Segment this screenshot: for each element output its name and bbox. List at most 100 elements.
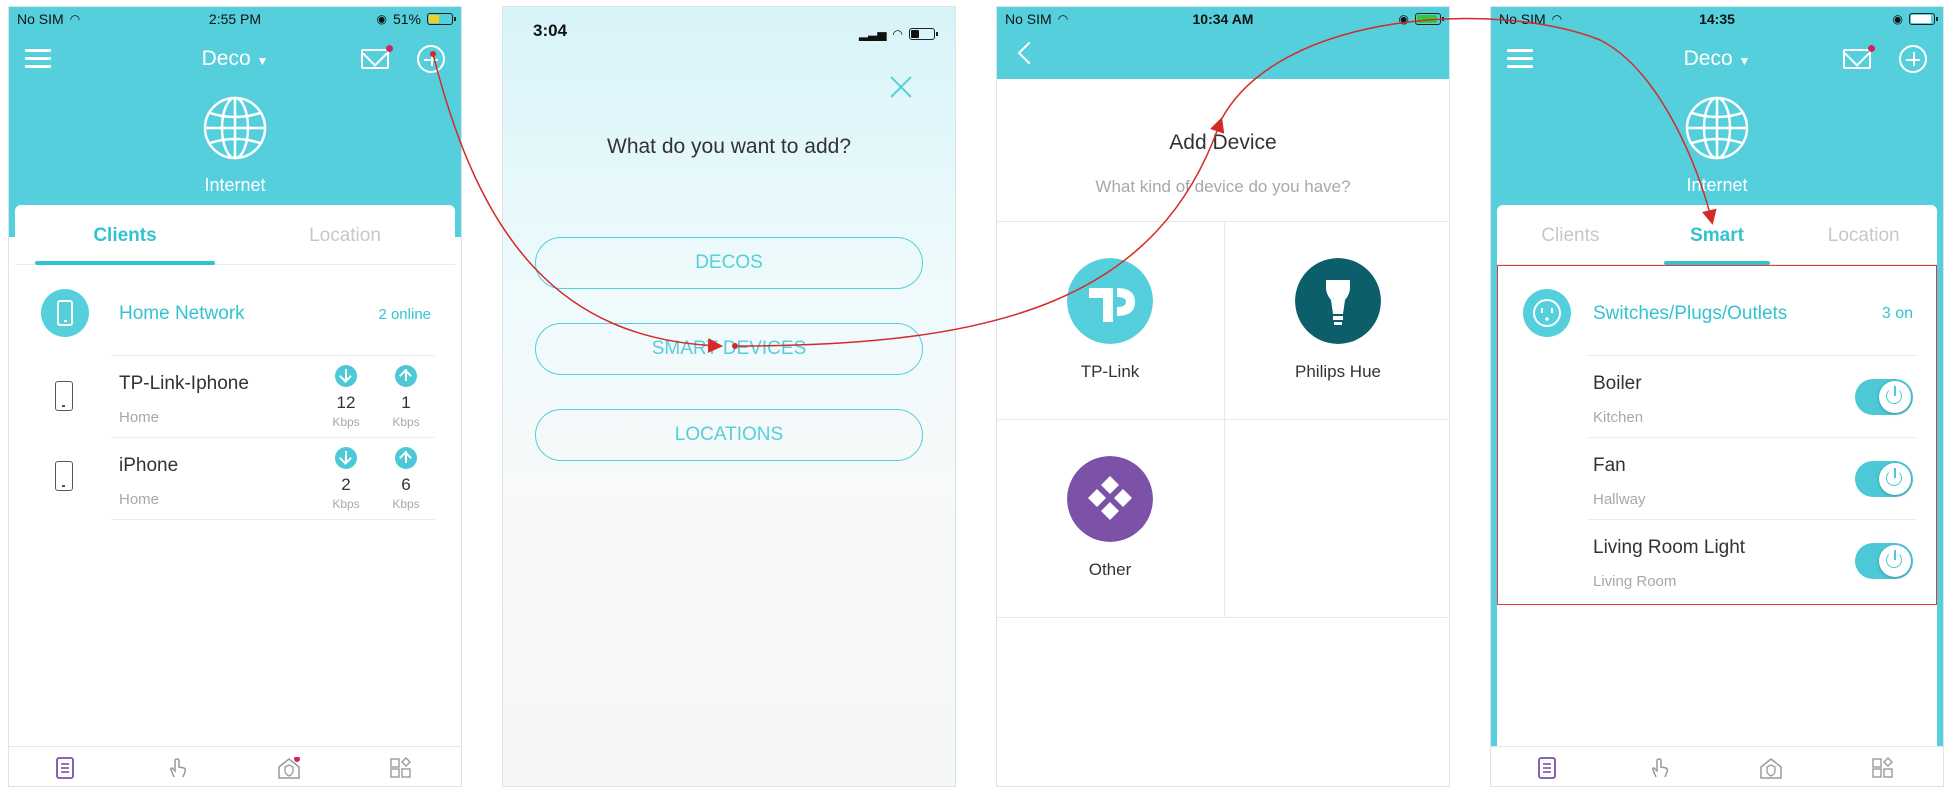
device-label: Other bbox=[1088, 560, 1132, 579]
mail-icon[interactable] bbox=[1843, 45, 1875, 69]
notification-dot bbox=[1868, 45, 1875, 52]
overview-icon[interactable] bbox=[1535, 757, 1559, 779]
clock-text: 14:35 bbox=[1699, 11, 1735, 27]
add-device-screen: No SIM ◠ 10:34 AM ◉ Add Device What kind … bbox=[996, 6, 1450, 787]
status-bar: No SIM ◠ 14:35 ◉ bbox=[1491, 7, 1943, 31]
locations-button[interactable]: LOCATIONS bbox=[535, 409, 923, 461]
wifi-icon: ◠ bbox=[1057, 12, 1069, 26]
globe-icon[interactable] bbox=[1684, 95, 1750, 161]
smart-devices-button[interactable]: SMART DEVICES bbox=[535, 323, 923, 375]
divider bbox=[997, 617, 1449, 618]
network-selector[interactable] bbox=[1671, 43, 1771, 75]
tplink-logo-icon bbox=[1067, 258, 1153, 344]
touch-icon[interactable] bbox=[165, 757, 189, 779]
smart-device-row[interactable]: Living Room Light Living Room bbox=[1497, 521, 1937, 601]
client-location: Home bbox=[119, 409, 160, 426]
notification-dot bbox=[386, 45, 393, 52]
page-title: Add Device bbox=[1169, 131, 1277, 154]
smart-device-row[interactable]: Fan Hallway bbox=[1497, 439, 1937, 519]
divider bbox=[1587, 519, 1917, 520]
upload-unit: Kbps bbox=[392, 415, 420, 429]
power-toggle[interactable] bbox=[1855, 461, 1913, 497]
bottom-nav bbox=[9, 746, 461, 786]
battery-icon bbox=[909, 28, 938, 40]
download-unit: Kbps bbox=[332, 415, 360, 429]
download-icon bbox=[335, 365, 357, 387]
overview-icon[interactable] bbox=[53, 757, 77, 779]
tab-clients[interactable]: Clients bbox=[1497, 205, 1644, 264]
clock-text: 3:04 bbox=[533, 21, 568, 40]
power-toggle[interactable] bbox=[1855, 543, 1913, 579]
menu-icon[interactable] bbox=[1507, 49, 1533, 69]
download-speed: 12 bbox=[336, 393, 356, 412]
decos-button[interactable]: DECOS bbox=[535, 237, 923, 289]
battery-icon bbox=[1414, 13, 1444, 25]
tab-location[interactable]: Location bbox=[235, 205, 455, 264]
client-row[interactable]: TP-Link-Iphone Home 12 Kbps 1 Kbps bbox=[15, 357, 455, 437]
phone-icon bbox=[55, 461, 73, 491]
battery-percent: 51% bbox=[392, 11, 421, 27]
smart-group-row[interactable]: Switches/Plugs/Outlets 3 on bbox=[1497, 279, 1937, 349]
device-tplink[interactable]: TP-Link bbox=[997, 222, 1223, 418]
device-name: Fan bbox=[1593, 455, 1626, 476]
power-icon bbox=[1879, 381, 1911, 413]
client-location: Home bbox=[119, 491, 160, 508]
home-shield-icon[interactable] bbox=[277, 757, 301, 779]
add-menu-screen: 3:04 ▂▃▅ ◠ What do you want to add? DECO… bbox=[502, 6, 956, 787]
device-name: Living Room Light bbox=[1593, 537, 1746, 558]
tab-bar: Clients Smart Location bbox=[1497, 205, 1937, 265]
hue-bulb-icon bbox=[1295, 258, 1381, 344]
smart-card: Clients Smart Location Switches/Plugs/Ou… bbox=[1497, 205, 1937, 786]
network-selector[interactable] bbox=[189, 43, 289, 75]
device-philips-hue[interactable]: Philips Hue bbox=[1225, 222, 1449, 418]
more-icon[interactable] bbox=[1871, 757, 1895, 779]
smart-device-row[interactable]: Boiler Kitchen bbox=[1497, 357, 1937, 437]
group-status: 3 on bbox=[1881, 305, 1913, 322]
phone-icon bbox=[55, 381, 73, 411]
globe-icon[interactable] bbox=[202, 95, 268, 161]
clock-text: 10:34 AM bbox=[1192, 11, 1254, 27]
deco-home-screen: No SIM ◠ 2:55 PM ◉ 51% Deco ▼ Internet Cli… bbox=[8, 6, 462, 787]
client-row[interactable]: iPhone Home 2 Kbps 6 Kbps bbox=[15, 439, 455, 519]
battery-icon bbox=[426, 13, 456, 25]
carrier-text: No SIM bbox=[1005, 11, 1052, 27]
device-label: Philips Hue bbox=[1295, 362, 1381, 381]
divider bbox=[111, 437, 435, 438]
tab-location[interactable]: Location bbox=[1790, 205, 1937, 264]
dialog-title: What do you want to add? bbox=[607, 135, 851, 158]
upload-icon bbox=[395, 447, 417, 469]
wifi-icon: ◠ bbox=[892, 27, 903, 41]
outlet-icon bbox=[1523, 289, 1571, 337]
menu-icon[interactable] bbox=[25, 49, 51, 69]
home-shield-icon[interactable] bbox=[1759, 757, 1783, 779]
phone-icon bbox=[41, 289, 89, 337]
mail-icon[interactable] bbox=[361, 45, 393, 69]
page-subtitle: What kind of device do you have? bbox=[1095, 177, 1351, 196]
device-location: Living Room bbox=[1593, 573, 1677, 590]
touch-icon[interactable] bbox=[1647, 757, 1671, 779]
more-icon[interactable] bbox=[389, 757, 413, 779]
power-icon bbox=[1879, 545, 1911, 577]
plus-icon[interactable] bbox=[417, 45, 445, 73]
client-name: iPhone bbox=[119, 455, 179, 476]
carrier-text: No SIM bbox=[17, 11, 64, 27]
status-bar: No SIM ◠ 10:34 AM ◉ bbox=[997, 7, 1449, 31]
divider bbox=[111, 519, 435, 520]
power-toggle[interactable] bbox=[1855, 379, 1913, 415]
internet-label: Internet bbox=[1686, 175, 1748, 195]
close-icon[interactable] bbox=[889, 75, 913, 99]
device-other[interactable]: Other bbox=[997, 420, 1223, 616]
rotation-lock-icon: ◉ bbox=[1892, 12, 1903, 26]
tab-clients[interactable]: Clients bbox=[15, 205, 235, 265]
carrier-text: No SIM bbox=[1499, 11, 1546, 27]
upload-speed: 1 bbox=[401, 393, 411, 412]
plus-icon[interactable] bbox=[1899, 45, 1927, 73]
tab-smart[interactable]: Smart bbox=[1644, 205, 1791, 265]
clients-card: Clients Location Home Network 2 online T… bbox=[15, 205, 455, 786]
upload-speed: 6 bbox=[401, 475, 411, 494]
client-name: TP-Link-Iphone bbox=[119, 373, 249, 394]
download-unit: Kbps bbox=[332, 497, 360, 511]
online-count: 2 online bbox=[378, 306, 431, 323]
home-network-row[interactable]: Home Network 2 online bbox=[15, 279, 455, 349]
group-name: Switches/Plugs/Outlets bbox=[1593, 303, 1788, 324]
